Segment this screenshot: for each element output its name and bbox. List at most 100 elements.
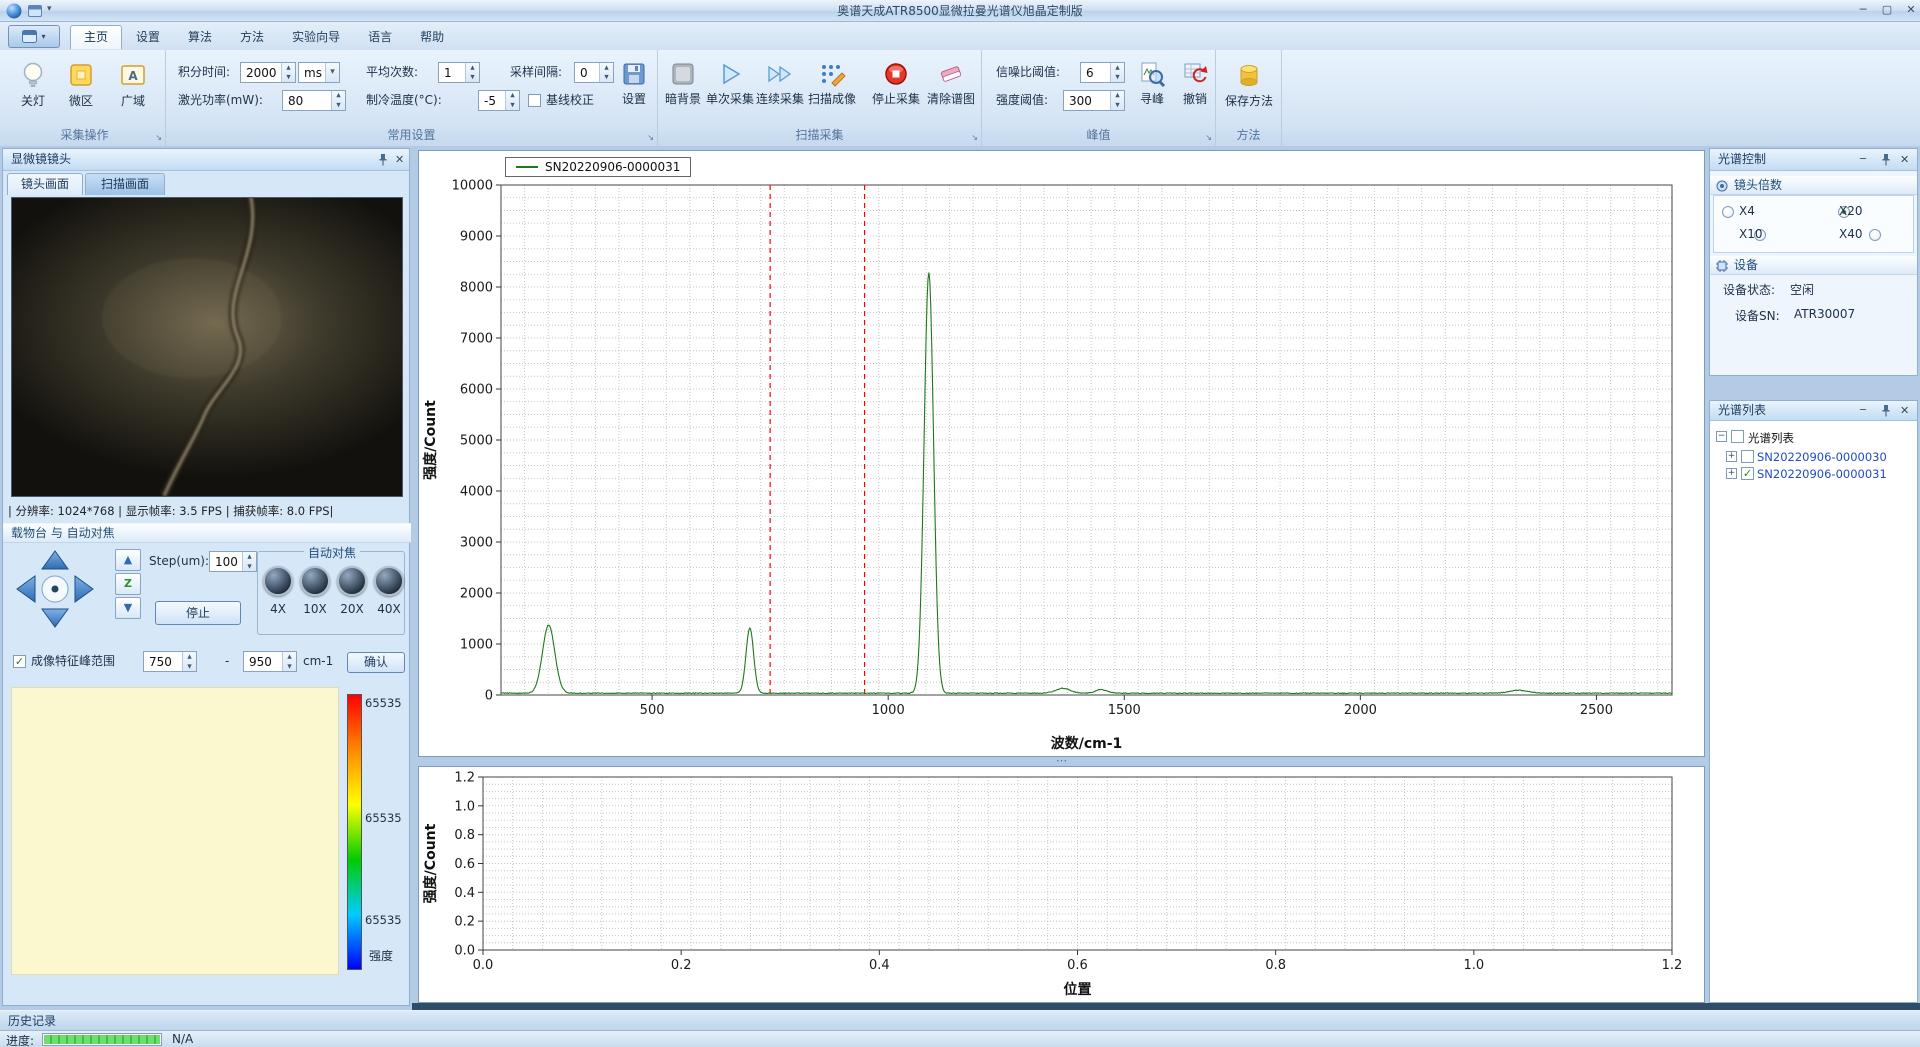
laser-power-value[interactable] xyxy=(283,91,331,110)
stage-up-arrow[interactable] xyxy=(41,550,69,570)
collapse-panel-icon[interactable]: ─ xyxy=(1860,149,1866,170)
history-panel-header[interactable]: 历史记录 xyxy=(0,1010,1920,1030)
minimize-button[interactable]: ─ xyxy=(1852,0,1874,21)
tree-item-checkbox[interactable]: ✓ xyxy=(1741,450,1754,463)
single-acquire-button[interactable]: 单次采集 xyxy=(706,54,754,130)
wide-area-button[interactable]: A 广域 xyxy=(106,54,160,130)
stage-left-arrow[interactable] xyxy=(16,575,36,603)
file-menu-button[interactable]: ▾ xyxy=(8,25,60,48)
close-panel-icon[interactable]: ✕ xyxy=(1900,149,1909,170)
radio-x40-label[interactable]: X40 xyxy=(1839,227,1863,241)
pin-icon[interactable] xyxy=(1880,153,1892,174)
tab-language[interactable]: 语言 xyxy=(354,25,406,49)
save-method-button[interactable]: 保存方法 xyxy=(1221,54,1277,130)
tab-home[interactable]: 主页 xyxy=(70,25,123,49)
baseline-correction-checkbox[interactable]: ✓ xyxy=(528,94,541,107)
intensity-threshold-spinner[interactable]: ▲ ▼ xyxy=(1110,91,1124,110)
objective-4x-knob[interactable] xyxy=(263,566,293,596)
scan-imaging-button[interactable]: 扫描成像 xyxy=(808,54,856,130)
dialog-launcher-icon[interactable]: ↘ xyxy=(971,133,978,142)
quick-access-icon[interactable] xyxy=(28,5,42,17)
tab-scan-view[interactable]: 扫描画面 xyxy=(85,173,165,195)
tab-help[interactable]: 帮助 xyxy=(406,25,458,49)
snr-threshold-spinner[interactable]: ▲ ▼ xyxy=(1110,63,1124,82)
z-focus-button[interactable]: Z xyxy=(115,573,141,595)
pin-icon[interactable] xyxy=(377,153,389,167)
objective-20x-knob[interactable] xyxy=(337,566,367,596)
integration-time-value[interactable] xyxy=(241,63,281,82)
maximize-button[interactable]: ▢ xyxy=(1876,0,1898,21)
integration-time-spinner[interactable]: ▲ ▼ xyxy=(281,63,295,82)
tab-algorithm[interactable]: 算法 xyxy=(174,25,226,49)
stage-down-arrow[interactable] xyxy=(41,608,69,628)
snr-threshold-value[interactable] xyxy=(1081,63,1110,82)
dialog-launcher-icon[interactable]: ↘ xyxy=(1205,133,1212,142)
average-count-spinner[interactable]: ▲ ▼ xyxy=(465,63,479,82)
sample-interval-input[interactable]: ▲▼ xyxy=(574,62,614,83)
objective-10x-knob[interactable] xyxy=(300,566,330,596)
tree-root[interactable]: 光谱列表 xyxy=(1748,430,1794,446)
tab-settings[interactable]: 设置 xyxy=(122,25,174,49)
stop-button[interactable]: 停止 xyxy=(155,601,241,625)
dark-background-button[interactable]: 暗背景 xyxy=(660,54,706,130)
average-count-value[interactable] xyxy=(439,63,465,82)
stop-acquire-button[interactable]: 停止采集 xyxy=(872,54,920,130)
feature-from-input[interactable]: ▲▼ xyxy=(143,651,197,672)
tree-item-checkbox[interactable]: ✓ xyxy=(1741,467,1754,480)
step-spinner[interactable]: ▲ ▼ xyxy=(242,552,256,571)
feature-to-input[interactable]: ▲▼ xyxy=(243,651,297,672)
micro-area-button[interactable]: 微区 xyxy=(58,54,104,130)
radio-x4[interactable] xyxy=(1722,206,1734,218)
chart-splitter[interactable]: ⋯ xyxy=(418,755,1705,766)
close-panel-icon[interactable]: ✕ xyxy=(1900,401,1909,420)
dialog-launcher-icon[interactable]: ↘ xyxy=(647,133,654,142)
laser-power-input[interactable]: ▲▼ xyxy=(282,90,346,111)
integration-unit-combo[interactable]: ▾ xyxy=(298,62,340,83)
radio-x10-label[interactable]: X10 xyxy=(1739,227,1763,241)
feature-from-value[interactable] xyxy=(144,652,182,671)
find-peak-button[interactable]: 寻峰 xyxy=(1130,54,1174,130)
quick-access-caret-icon[interactable]: ▾ xyxy=(47,4,52,14)
step-value[interactable] xyxy=(210,552,242,571)
snr-threshold-input[interactable]: ▲▼ xyxy=(1080,62,1125,83)
average-count-input[interactable]: ▲▼ xyxy=(438,62,480,83)
continuous-acquire-button[interactable]: 连续采集 xyxy=(756,54,804,130)
cooling-temp-input[interactable]: ▲▼ xyxy=(478,90,520,111)
expand-node-icon[interactable]: + xyxy=(1726,468,1737,479)
integration-unit-dropdown[interactable]: ▾ xyxy=(325,63,339,82)
collapse-panel-icon[interactable]: ─ xyxy=(1860,401,1866,420)
collapse-node-icon[interactable]: − xyxy=(1716,431,1727,442)
tab-method[interactable]: 方法 xyxy=(226,25,278,49)
intensity-threshold-input[interactable]: ▲▼ xyxy=(1063,90,1125,111)
cooling-temp-value[interactable] xyxy=(479,91,505,110)
expand-node-icon[interactable]: + xyxy=(1726,451,1737,462)
feature-range-checkbox[interactable]: ✓ xyxy=(13,655,26,668)
tree-item[interactable]: SN20220906-0000030 xyxy=(1757,450,1887,464)
stage-right-arrow[interactable] xyxy=(74,575,94,603)
tree-root-checkbox[interactable]: ✓ xyxy=(1731,430,1744,443)
integration-time-input[interactable]: ▲▼ xyxy=(240,62,296,83)
stage-dpad[interactable] xyxy=(13,547,97,631)
integration-unit-value[interactable] xyxy=(299,63,325,82)
objective-40x-knob[interactable] xyxy=(374,566,404,596)
lamp-off-button[interactable]: 关灯 xyxy=(10,54,56,130)
radio-x4-label[interactable]: X4 xyxy=(1739,204,1755,218)
laser-power-spinner[interactable]: ▲ ▼ xyxy=(331,91,345,110)
sample-interval-spinner[interactable]: ▲ ▼ xyxy=(599,63,613,82)
radio-x20-label[interactable]: X20 xyxy=(1839,204,1863,218)
feature-from-spinner[interactable]: ▲ ▼ xyxy=(182,652,196,671)
dialog-launcher-icon[interactable]: ↘ xyxy=(155,133,162,142)
z-down-button[interactable]: ▼ xyxy=(115,597,141,619)
cooling-temp-spinner[interactable]: ▲ ▼ xyxy=(505,91,519,110)
tree-item[interactable]: SN20220906-0000031 xyxy=(1757,467,1887,481)
feature-to-spinner[interactable]: ▲ ▼ xyxy=(282,652,296,671)
sample-interval-value[interactable] xyxy=(575,63,599,82)
apply-settings-button[interactable]: 设置 xyxy=(614,54,654,130)
radio-x40[interactable] xyxy=(1869,229,1882,241)
tab-lens-view[interactable]: 镜头画面 xyxy=(7,173,83,195)
close-panel-icon[interactable]: ✕ xyxy=(395,149,404,170)
feature-to-value[interactable] xyxy=(244,652,282,671)
intensity-threshold-value[interactable] xyxy=(1064,91,1110,110)
undo-button[interactable]: 撤销 xyxy=(1176,54,1214,130)
tab-wizard[interactable]: 实验向导 xyxy=(278,25,354,49)
